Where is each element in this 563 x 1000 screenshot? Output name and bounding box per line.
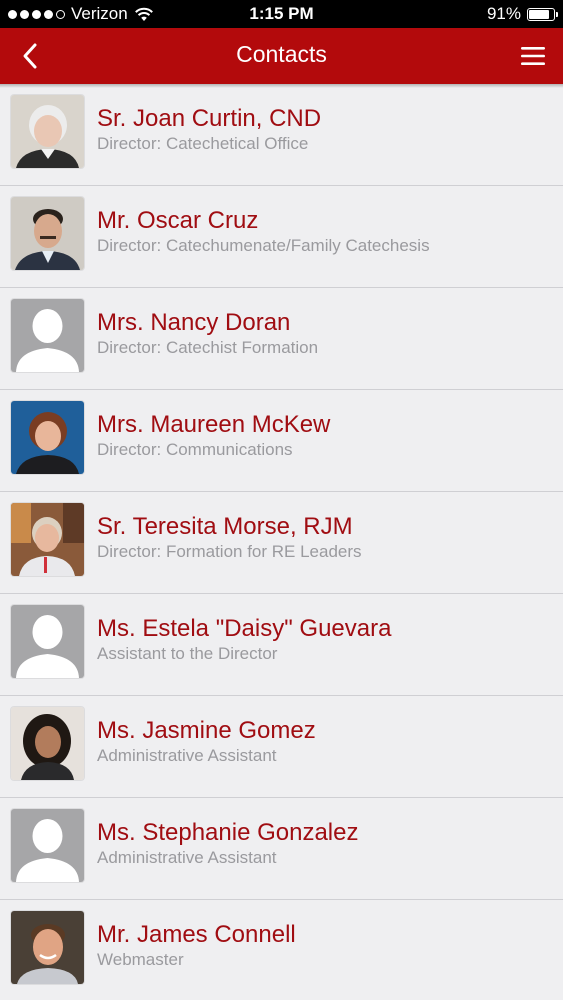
placeholder-avatar-icon: [11, 809, 84, 882]
contact-name: Mrs. Maureen McKew: [97, 411, 331, 438]
contact-row[interactable]: Mr. Oscar Cruz Director: Catechumenate/F…: [0, 186, 563, 288]
battery-icon: [527, 7, 558, 21]
person-photo-icon: [11, 401, 84, 474]
contact-photo: [11, 299, 84, 372]
contact-name: Ms. Stephanie Gonzalez: [97, 819, 359, 846]
person-photo-icon: [11, 707, 84, 780]
contact-title: Webmaster: [97, 950, 184, 969]
contact-row[interactable]: Ms. Estela "Daisy" Guevara Assistant to …: [0, 594, 563, 696]
person-photo-icon: [11, 503, 84, 576]
contact-name: Mr. Oscar Cruz: [97, 207, 259, 234]
contact-title: Director: Catechist Formation: [97, 338, 319, 357]
status-time: 1:15 PM: [249, 4, 314, 23]
contact-row[interactable]: Mr. James Connell Webmaster: [0, 900, 563, 1000]
status-right: 91%: [486, 4, 558, 24]
contact-name: Ms. Jasmine Gomez: [97, 717, 316, 744]
contact-photo: [11, 809, 84, 882]
contact-title: Administrative Assistant: [97, 848, 277, 867]
contact-title: Assistant to the Director: [97, 644, 278, 663]
contact-list[interactable]: Sr. Joan Curtin, CND Director: Catecheti…: [0, 84, 563, 1000]
contact-photo: [11, 911, 84, 984]
contact-row[interactable]: Ms. Jasmine Gomez Administrative Assista…: [0, 696, 563, 798]
contact-photo: [11, 503, 84, 576]
contact-name: Sr. Joan Curtin, CND: [97, 105, 322, 132]
hamburger-menu-icon: [521, 47, 545, 65]
contact-photo: [11, 95, 84, 168]
contact-row[interactable]: Ms. Stephanie Gonzalez Administrative As…: [0, 798, 563, 900]
person-photo-icon: [11, 95, 84, 168]
contact-title: Director: Formation for RE Leaders: [97, 542, 362, 561]
menu-button[interactable]: [517, 40, 549, 72]
nav-shadow: [0, 84, 563, 88]
placeholder-avatar-icon: [11, 299, 84, 372]
contact-name: Mr. James Connell: [97, 921, 296, 948]
contact-title: Director: Catechetical Office: [97, 134, 309, 153]
contact-name: Sr. Teresita Morse, RJM: [97, 513, 353, 540]
person-photo-icon: [11, 197, 84, 270]
contact-row[interactable]: Sr. Teresita Morse, RJM Director: Format…: [0, 492, 563, 594]
contact-title: Director: Catechumenate/Family Catechesi…: [97, 236, 430, 255]
contact-photo: [11, 401, 84, 474]
contact-title: Director: Communications: [97, 440, 293, 459]
navigation-bar: Contacts: [0, 28, 563, 84]
battery-percent: 91%: [486, 4, 521, 23]
status-bar: Verizon 1:15 PM 91%: [0, 0, 563, 28]
contact-photo: [11, 197, 84, 270]
contact-name: Ms. Estela "Daisy" Guevara: [97, 615, 392, 642]
contact-photo: [11, 707, 84, 780]
person-photo-icon: [11, 911, 84, 984]
contact-title: Administrative Assistant: [97, 746, 277, 765]
placeholder-avatar-icon: [11, 605, 84, 678]
contact-photo: [11, 605, 84, 678]
contact-name: Mrs. Nancy Doran: [97, 309, 291, 336]
contact-row[interactable]: Mrs. Maureen McKew Director: Communicati…: [0, 390, 563, 492]
contact-row[interactable]: Mrs. Nancy Doran Director: Catechist For…: [0, 288, 563, 390]
page-title: Contacts: [236, 41, 327, 67]
contact-row[interactable]: Sr. Joan Curtin, CND Director: Catecheti…: [0, 84, 563, 186]
